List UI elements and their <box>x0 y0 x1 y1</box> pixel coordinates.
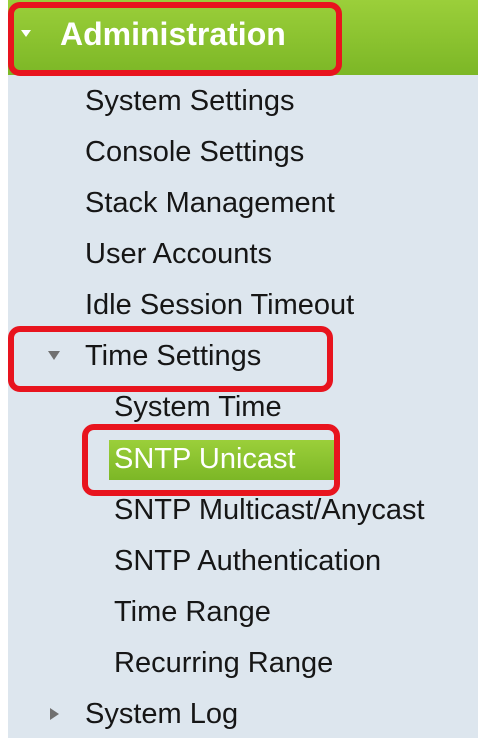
nav-header-label: Administration <box>60 16 286 52</box>
triangle-down-icon[interactable] <box>48 351 60 360</box>
triangle-down-icon <box>21 30 31 37</box>
nav-subitem-sntp-multicast-anycast[interactable]: SNTP Multicast/Anycast <box>114 493 425 527</box>
nav-item-user-accounts[interactable]: User Accounts <box>85 237 272 271</box>
nav-subitem-time-range[interactable]: Time Range <box>114 595 271 629</box>
nav-item-system-log[interactable]: System Log <box>85 697 238 731</box>
nav-item-idle-session-timeout[interactable]: Idle Session Timeout <box>85 288 354 322</box>
nav-item-stack-management[interactable]: Stack Management <box>85 186 335 220</box>
navigation-tree: Administration System Settings Console S… <box>8 0 478 738</box>
nav-subitem-sntp-unicast[interactable]: SNTP Unicast <box>114 442 296 476</box>
nav-item-time-settings[interactable]: Time Settings <box>85 339 261 373</box>
nav-item-system-settings[interactable]: System Settings <box>85 84 295 118</box>
nav-subitem-system-time[interactable]: System Time <box>114 390 282 424</box>
nav-subitem-recurring-range[interactable]: Recurring Range <box>114 646 333 680</box>
nav-item-console-settings[interactable]: Console Settings <box>85 135 304 169</box>
nav-subitem-sntp-authentication[interactable]: SNTP Authentication <box>114 544 381 578</box>
nav-header-administration[interactable]: Administration <box>8 0 478 75</box>
triangle-right-icon[interactable] <box>50 708 59 720</box>
